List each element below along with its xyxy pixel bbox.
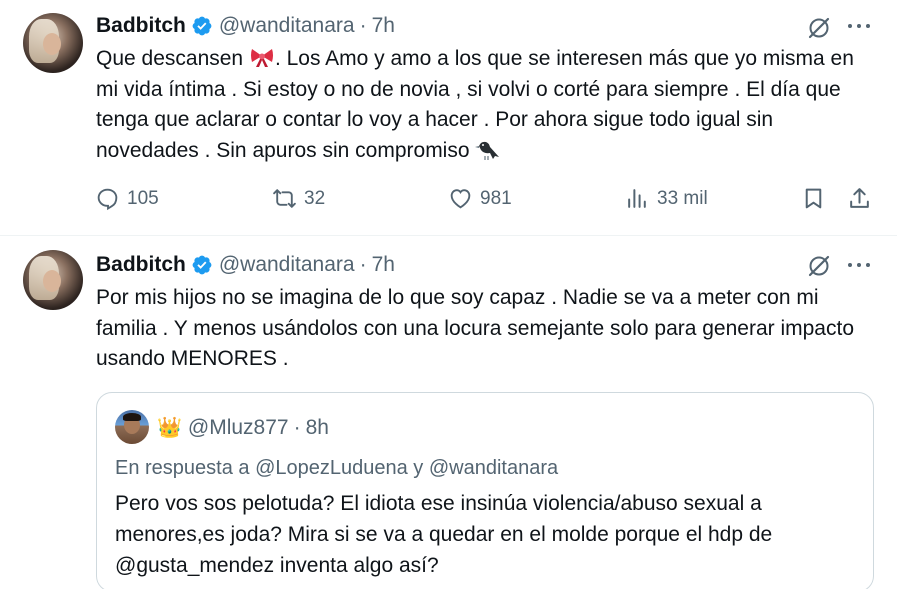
more-options-icon[interactable] <box>845 252 873 278</box>
bookmark-button[interactable] <box>801 186 826 211</box>
tweet-text-part: Que descansen <box>96 47 249 70</box>
views-chart-icon <box>628 189 646 208</box>
display-name[interactable]: Badbitch <box>96 14 186 38</box>
share-icon <box>850 188 869 208</box>
tweet-actions: 105 32 981 33 mil <box>0 184 897 214</box>
retweet-button[interactable]: 32 <box>272 186 325 211</box>
quoted-tweet[interactable]: 👑 @Mluz877 · 8h En respuesta a @LopezLud… <box>96 392 874 589</box>
more-options-icon[interactable] <box>845 13 873 39</box>
quote-text: Pero vos sos pelotuda? El idiota ese ins… <box>115 492 773 577</box>
tweet-header: Badbitch @wanditanara · 7h <box>96 252 395 278</box>
tweet-text: Que descansen . Los Amo y amo a los que … <box>96 44 876 166</box>
separator-dot: · <box>359 253 367 276</box>
black-bird-emoji-icon <box>475 141 500 160</box>
mention-link[interactable]: @LopezLuduena <box>255 457 408 479</box>
retweet-icon <box>273 189 296 208</box>
separator-dot: · <box>293 415 301 439</box>
separator-dot: · <box>359 14 367 37</box>
views-count: 33 mil <box>657 187 708 209</box>
timestamp[interactable]: 7h <box>372 14 395 38</box>
verified-badge-icon <box>192 16 212 36</box>
quote-avatar[interactable] <box>115 410 149 444</box>
ribbon-emoji-icon <box>250 49 273 67</box>
tweet-text: Por mis hijos no se imagina de lo que so… <box>96 286 854 370</box>
display-name[interactable]: Badbitch <box>96 253 186 277</box>
like-button[interactable]: 981 <box>448 186 512 211</box>
like-count: 981 <box>480 187 512 209</box>
bookmark-icon <box>805 188 822 209</box>
retweet-count: 32 <box>304 187 326 209</box>
reply-button[interactable]: 105 <box>95 186 159 211</box>
grok-icon[interactable] <box>806 15 832 41</box>
quote-timestamp[interactable]: 8h <box>306 416 329 440</box>
quote-handle[interactable]: @Mluz877 <box>188 416 289 440</box>
quote-header: 👑 @Mluz877 · 8h <box>157 415 329 440</box>
avatar[interactable] <box>23 250 83 310</box>
reply-count: 105 <box>127 187 159 209</box>
crown-emoji-icon: 👑 <box>157 417 182 439</box>
views-button[interactable]: 33 mil <box>625 186 708 211</box>
tweet[interactable]: Badbitch @wanditanara · 7h Que descansen… <box>0 0 897 236</box>
user-handle[interactable]: @wanditanara <box>219 253 355 277</box>
reply-join: y <box>407 457 429 479</box>
mention-link[interactable]: @wanditanara <box>429 457 558 479</box>
tweet-header: Badbitch @wanditanara · 7h <box>96 13 395 39</box>
reply-context: En respuesta a @LopezLuduena y @wanditan… <box>115 457 558 480</box>
heart-icon <box>450 189 471 209</box>
avatar[interactable] <box>23 13 83 73</box>
timestamp[interactable]: 7h <box>372 253 395 277</box>
reply-prefix: En respuesta a <box>115 457 256 479</box>
reply-icon <box>97 188 118 211</box>
grok-icon[interactable] <box>806 253 832 279</box>
user-handle[interactable]: @wanditanara <box>219 14 355 38</box>
verified-badge-icon <box>192 255 212 275</box>
share-button[interactable] <box>847 186 872 211</box>
tweet[interactable]: Badbitch @wanditanara · 7h Por mis hijos… <box>0 236 897 589</box>
